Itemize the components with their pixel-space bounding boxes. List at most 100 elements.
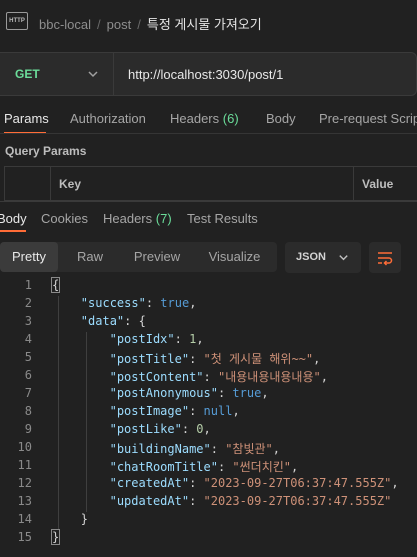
view-mode-visualize[interactable]: Visualize <box>192 242 277 272</box>
tab-label: Authorization <box>70 111 146 126</box>
json-punctuation: : <box>189 494 204 508</box>
code-text: "postImage": null, <box>110 404 240 418</box>
query-params-title: Query Params <box>5 144 87 158</box>
tab-pre-request-script[interactable]: Pre-request Scrip <box>319 111 417 126</box>
request-name[interactable]: 특정 게시물 가져오기 <box>147 17 262 32</box>
json-key: "postTitle" <box>109 352 190 366</box>
code-line: 6 "postContent": "내용내용내용내용", <box>0 368 417 386</box>
code-line: 8 "postImage": null, <box>0 404 417 422</box>
json-punctuation: , <box>291 460 299 474</box>
json-punctuation: , <box>196 332 204 346</box>
column-divider <box>353 167 354 200</box>
line-number: 14 <box>17 512 32 526</box>
tab-authorization[interactable]: Authorization <box>70 111 146 126</box>
tab-cookies[interactable]: Cookies <box>41 211 88 226</box>
json-punctuation: : <box>203 370 218 384</box>
title-bar: HTTP bbc-local / post / 특정 게시물 가져오기 <box>0 0 417 42</box>
json-punctuation: : <box>210 442 226 456</box>
line-number: 7 <box>24 386 32 400</box>
json-string: "내용내용내용내용" <box>217 370 321 384</box>
code-line: 10 "buildingName": "참빛관", <box>0 440 417 458</box>
json-key: "postContent" <box>109 370 204 384</box>
json-literal: true <box>232 386 262 400</box>
json-punctuation: : <box>217 460 233 474</box>
response-body-viewer[interactable]: 1{2 "success": true, 3 "data": {4 "postIdx":… <box>0 277 417 553</box>
line-number: 8 <box>24 404 32 418</box>
code-text: "postAnonymous": true, <box>110 386 269 400</box>
json-key: "postIdx" <box>109 332 175 346</box>
line-number: 5 <box>24 350 32 364</box>
tab-count: (6) <box>222 111 239 126</box>
line-number: 2 <box>24 296 32 310</box>
pane-divider[interactable] <box>0 201 417 202</box>
http-file-icon: HTTP <box>6 12 28 30</box>
active-tab-indicator <box>0 230 26 232</box>
breadcrumb-collection[interactable]: bbc-local <box>39 17 91 32</box>
code-line: 2 "success": true, <box>0 296 417 314</box>
json-punctuation: : <box>174 332 190 346</box>
format-select[interactable]: JSON <box>285 242 361 273</box>
json-key: "buildingName" <box>109 442 211 456</box>
tab-test-results[interactable]: Test Results <box>187 211 258 226</box>
json-punctuation: : <box>189 404 204 418</box>
view-mode-toggle: Pretty Raw Preview Visualize <box>0 242 277 272</box>
json-punctuation: : { <box>124 314 146 328</box>
tab-response-body[interactable]: Body <box>0 211 27 226</box>
line-number: 11 <box>17 458 32 472</box>
wrap-lines-icon <box>378 252 393 266</box>
breadcrumb-folder[interactable]: post <box>107 17 132 32</box>
tab-count: (7) <box>155 211 172 226</box>
code-text: "postTitle": "첫 게시물 해위~~", <box>110 350 321 367</box>
code-line: 1{ <box>0 277 417 296</box>
json-key: "postLike" <box>109 422 182 436</box>
code-line: 3 "data": { <box>0 314 417 332</box>
breadcrumb-separator: / <box>137 17 141 32</box>
code-text: } <box>81 512 88 526</box>
tab-params[interactable]: Params <box>4 111 49 126</box>
tab-response-headers[interactable]: Headers (7) <box>103 211 172 226</box>
code-line: 15} <box>0 529 417 548</box>
json-punctuation: , <box>320 370 328 384</box>
view-mode-raw[interactable]: Raw <box>58 242 122 272</box>
url-divider <box>113 53 114 95</box>
line-number: 10 <box>17 440 32 454</box>
tab-label: Cookies <box>41 211 88 226</box>
view-mode-pretty[interactable]: Pretty <box>0 242 58 272</box>
code-line: 12 "createdAt": "2023-09-27T06:37:47.555Z… <box>0 476 417 494</box>
tab-label: Body <box>266 111 296 126</box>
breadcrumb: bbc-local / post / 특정 게시물 가져오기 <box>39 14 262 33</box>
tab-headers[interactable]: Headers (6) <box>170 111 239 126</box>
code-line: 14} <box>0 512 417 530</box>
code-text: "postContent": "내용내용내용내용", <box>110 368 328 385</box>
tab-label: Test Results <box>187 211 258 226</box>
code-line: 11 "chatRoomTitle": "썬더치킨", <box>0 458 417 476</box>
code-line: 4 "postIdx": 1, <box>0 332 417 350</box>
chevron-down-icon[interactable] <box>86 67 100 81</box>
code-text: "chatRoomTitle": "썬더치킨", <box>110 458 299 475</box>
code-text: "createdAt": "2023-09-27T06:37:47.555Z", <box>110 476 399 490</box>
tab-label: Params <box>4 111 49 126</box>
breadcrumb-separator: / <box>97 17 101 32</box>
line-number: 4 <box>24 332 32 346</box>
code-line: 9 "postLike": 0, <box>0 422 417 440</box>
wrap-lines-button[interactable] <box>369 242 401 273</box>
json-punctuation: , <box>391 476 399 490</box>
json-number: 0 <box>196 422 204 436</box>
json-string: "2023-09-27T06:37:47.555Z" <box>203 494 392 508</box>
json-punctuation: : <box>181 422 197 436</box>
column-header-value: Value <box>362 177 394 191</box>
code-text: "success": true, <box>81 296 197 310</box>
json-key: "success" <box>80 296 146 310</box>
json-key: "postAnonymous" <box>109 386 218 400</box>
code-line: 5 "postTitle": "첫 게시물 해위~~", <box>0 350 417 368</box>
view-mode-preview[interactable]: Preview <box>122 242 192 272</box>
format-label: JSON <box>296 251 326 263</box>
code-line: 13 "updatedAt": "2023-09-27T06:37:47.555Z… <box>0 494 417 512</box>
line-number: 1 <box>24 278 32 292</box>
json-key: "data" <box>80 314 125 328</box>
url-input[interactable]: http://localhost:3030/post/1 <box>128 67 283 82</box>
json-punctuation: , <box>261 386 269 400</box>
method-select[interactable]: GET <box>15 67 40 81</box>
json-string: "첫 게시물 해위~~" <box>203 352 314 366</box>
tab-body[interactable]: Body <box>266 111 296 126</box>
